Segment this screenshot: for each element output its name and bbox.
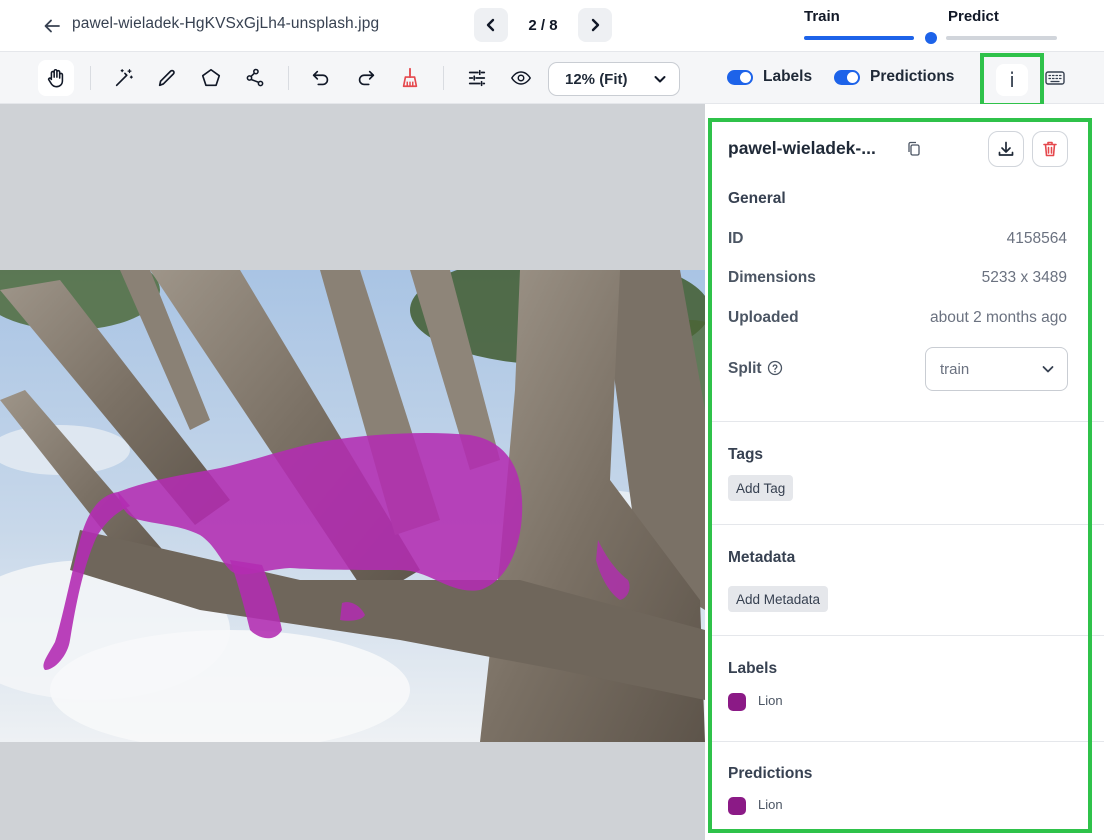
pan-tool-button[interactable] (38, 60, 74, 96)
add-tag-button[interactable]: Add Tag (728, 475, 794, 501)
stage-predict-track (946, 36, 1057, 40)
keyboard-icon (1045, 71, 1065, 85)
stage-predict[interactable]: Predict (948, 8, 999, 26)
chevron-down-icon (654, 76, 666, 83)
redo-icon (358, 70, 375, 86)
info-icon: i (996, 64, 1028, 96)
pen-tool-button[interactable] (149, 60, 185, 96)
metadata-heading: Metadata (728, 549, 796, 566)
dimensions-value: 5233 x 3489 (981, 269, 1067, 286)
polygon-tool-button[interactable] (193, 60, 229, 96)
image-canvas[interactable] (0, 104, 705, 840)
label-color-swatch (728, 693, 746, 711)
undo-button[interactable] (303, 60, 339, 96)
id-value: 4158564 (1006, 230, 1067, 247)
help-circle-icon[interactable] (767, 360, 783, 376)
general-heading: General (728, 190, 786, 207)
broom-icon (402, 67, 418, 88)
undo-icon (312, 70, 329, 86)
previous-image-button[interactable] (474, 8, 508, 42)
trash-icon (1043, 141, 1057, 157)
nodes-icon (246, 68, 264, 87)
uploaded-label: Uploaded (728, 309, 799, 326)
stage-predict-label: Predict (948, 8, 999, 25)
labels-heading: Labels (728, 660, 778, 677)
back-arrow-icon[interactable] (40, 14, 64, 38)
file-name: pawel-wieladek-HgKVSxGjLh4-unsplash.jpg (72, 15, 380, 32)
stage-train[interactable]: Train (804, 8, 840, 26)
zoom-select[interactable]: 12% (Fit) (548, 62, 680, 96)
copy-icon (908, 141, 920, 156)
toolbar-separator (288, 66, 289, 90)
visibility-button[interactable] (503, 60, 539, 96)
labels-switch[interactable] (727, 69, 753, 85)
section-divider (712, 741, 1104, 742)
delete-image-button[interactable] (1032, 131, 1068, 167)
predictions-toggle-label: Predictions (870, 68, 955, 85)
zoom-value: 12% (Fit) (565, 70, 628, 88)
predictions-switch[interactable] (834, 69, 860, 85)
chevron-left-icon (486, 18, 495, 32)
download-icon (998, 141, 1014, 156)
hand-icon (47, 69, 64, 88)
chevron-right-icon (591, 18, 600, 32)
eye-icon (510, 71, 532, 85)
stage-train-label: Train (804, 8, 840, 25)
magic-wand-tool-button[interactable] (106, 60, 142, 96)
section-divider (712, 635, 1104, 636)
split-label: Split (728, 360, 762, 377)
predictions-toggle[interactable]: Predictions (834, 68, 954, 86)
add-metadata-button[interactable]: Add Metadata (728, 586, 829, 612)
info-panel-button[interactable]: i (980, 53, 1044, 107)
predictions-heading: Predictions (728, 765, 813, 782)
panel-file-title: pawel-wieladek-... (728, 138, 876, 158)
download-button[interactable] (988, 131, 1024, 167)
clear-annotations-button[interactable] (392, 60, 428, 96)
tags-heading: Tags (728, 446, 764, 463)
section-divider (712, 524, 1104, 525)
copy-filename-button[interactable] (904, 139, 924, 159)
prediction-class-name: Lion (758, 797, 783, 812)
split-value: train (940, 360, 970, 378)
section-divider (712, 421, 1104, 422)
labels-toggle-label: Labels (763, 68, 813, 85)
chevron-down-icon (1042, 366, 1054, 373)
dimensions-label: Dimensions (728, 269, 816, 286)
next-image-button[interactable] (578, 8, 612, 42)
stage-train-track (804, 36, 914, 40)
toolbar-separator (443, 66, 444, 90)
pentagon-icon (201, 68, 221, 87)
stage-progress-dot (925, 32, 937, 44)
adjustments-button[interactable] (459, 60, 495, 96)
keypoint-tool-button[interactable] (237, 60, 273, 96)
label-class-name: Lion (758, 693, 783, 708)
split-select[interactable]: train (925, 347, 1068, 391)
annotation-toolbar: 12% (Fit) Labels Predictions (0, 52, 1104, 104)
id-label: ID (728, 230, 744, 247)
pencil-icon (158, 69, 175, 87)
image-info-panel (706, 104, 1104, 840)
uploaded-value: about 2 months ago (929, 309, 1067, 326)
redo-button[interactable] (348, 60, 384, 96)
header-bar: pawel-wieladek-HgKVSxGjLh4-unsplash.jpg … (0, 0, 1104, 52)
image-pager: 2 / 8 (474, 8, 612, 42)
keyboard-shortcuts-button[interactable] (1042, 65, 1068, 91)
prediction-color-swatch (728, 797, 746, 815)
toolbar-separator (90, 66, 91, 90)
pager-count: 2 / 8 (528, 16, 558, 34)
annotated-image[interactable] (0, 270, 705, 742)
sliders-icon (468, 69, 486, 87)
magic-wand-icon (115, 69, 133, 87)
labels-toggle[interactable]: Labels (727, 68, 812, 86)
